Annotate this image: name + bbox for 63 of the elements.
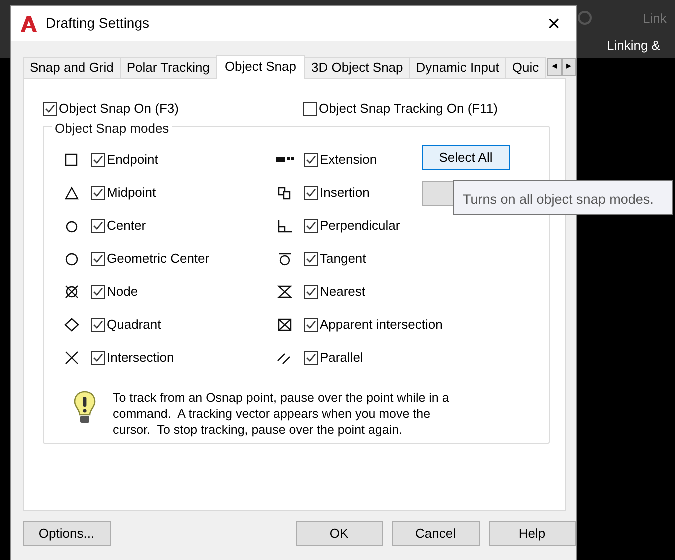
boxed-cross-icon: [276, 318, 294, 332]
ok-button[interactable]: OK: [296, 521, 384, 546]
checkbox[interactable]: [91, 252, 105, 266]
checkbox-label[interactable]: Center: [107, 216, 146, 236]
ribbon-panel-label: Linking &: [607, 37, 660, 55]
checkbox[interactable]: [91, 218, 105, 232]
checkbox[interactable]: [304, 284, 318, 298]
checkbox[interactable]: [304, 252, 318, 266]
checkbox[interactable]: [91, 318, 105, 332]
window-title: Drafting Settings: [46, 14, 150, 33]
tab[interactable]: Dynamic Input: [409, 57, 506, 78]
dash-dots-icon: [276, 157, 294, 162]
hourglass-icon: [276, 284, 294, 298]
tab[interactable]: Quic: [505, 57, 546, 78]
checkbox-label[interactable]: Endpoint: [107, 150, 158, 170]
checkbox[interactable]: [304, 152, 318, 166]
checkbox[interactable]: [304, 318, 318, 332]
triangle-icon: [63, 186, 81, 200]
checkbox-label[interactable]: Object Snap Tracking On (F11): [319, 99, 498, 119]
tangent-circle-icon: [276, 252, 294, 266]
lightbulb-icon: [73, 390, 97, 426]
tab[interactable]: Polar Tracking: [120, 57, 217, 78]
checkbox-label[interactable]: Midpoint: [107, 182, 156, 202]
cancel-button[interactable]: Cancel: [392, 521, 480, 546]
help-button[interactable]: Help: [488, 521, 576, 546]
checkbox-label[interactable]: Geometric Center: [107, 248, 210, 268]
checkbox-label[interactable]: Node: [107, 282, 138, 302]
circle-icon: [63, 252, 81, 266]
checkbox[interactable]: [304, 350, 318, 364]
checkbox-label[interactable]: Tangent: [320, 248, 366, 268]
crossed-circle-icon: [63, 284, 81, 298]
cross-icon: [63, 350, 81, 364]
checkbox-label[interactable]: Intersection: [107, 348, 174, 368]
right-angle-icon: [276, 218, 294, 232]
checkbox-label[interactable]: Insertion: [320, 182, 370, 202]
tooltip: Turns on all object snap modes.: [453, 180, 673, 215]
checkbox[interactable]: [91, 152, 105, 166]
checkbox[interactable]: [91, 284, 105, 298]
checkbox-label[interactable]: Extension: [320, 150, 378, 170]
checkbox-label[interactable]: Parallel: [320, 348, 364, 368]
options-button[interactable]: Options...: [23, 521, 110, 546]
select-all-button[interactable]: Select All: [422, 145, 510, 170]
checkbox[interactable]: [303, 102, 317, 116]
checkbox[interactable]: [304, 218, 318, 232]
checkbox-label[interactable]: Perpendicular: [320, 216, 400, 236]
hint-text: To track from an Osnap point, pause over the point while in a command. A tracking vector appears when you move the cursor. To stop tracking, pause over the point again.: [113, 390, 450, 438]
scroll-right-button[interactable]: ▸: [562, 58, 576, 76]
checkbox-label[interactable]: Object Snap On (F3): [59, 99, 179, 119]
checkbox[interactable]: [43, 102, 57, 116]
checkbox-label[interactable]: Apparent intersection: [320, 314, 443, 334]
checkbox-label[interactable]: Quadrant: [107, 314, 162, 334]
checkbox[interactable]: [304, 186, 318, 200]
close-button[interactable]: ×: [532, 6, 576, 41]
diamond-icon: [63, 318, 81, 332]
tab[interactable]: 3D Object Snap: [304, 57, 410, 78]
checkbox-label[interactable]: Nearest: [320, 282, 366, 302]
app-logo-icon: [20, 14, 38, 32]
tab[interactable]: Object Snap: [216, 55, 306, 79]
gear-icon[interactable]: [576, 9, 594, 27]
checkbox[interactable]: [91, 186, 105, 200]
checkbox[interactable]: [91, 350, 105, 364]
scroll-left-button[interactable]: ◂: [547, 58, 562, 76]
tab[interactable]: Snap and Grid: [23, 57, 121, 78]
